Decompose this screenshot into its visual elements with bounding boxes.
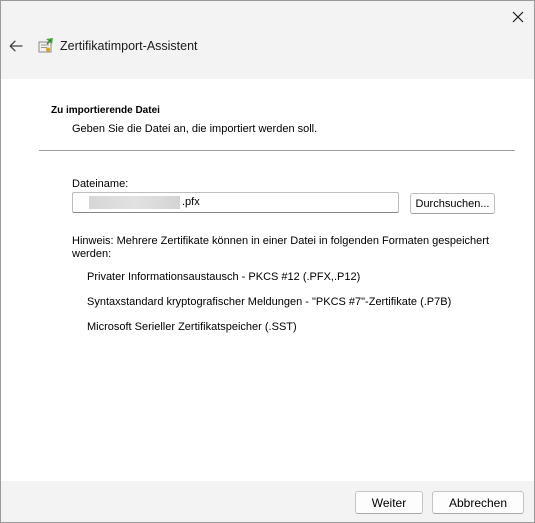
section-description: Geben Sie die Datei an, die importiert w…: [72, 123, 318, 135]
cancel-button[interactable]: Abbrechen: [432, 491, 524, 514]
window-title: Zertifikatimport-Assistent: [60, 39, 198, 53]
filename-label: Dateiname:: [72, 178, 129, 190]
close-button[interactable]: [504, 5, 532, 29]
format-item-pkcs12: Privater Informationsaustausch - PKCS #1…: [87, 271, 361, 283]
filename-input[interactable]: .pfx: [72, 192, 399, 213]
wizard-content: Zu importierende Datei Geben Sie die Dat…: [1, 79, 534, 481]
back-button[interactable]: [6, 36, 26, 56]
hint-text: Hinweis: Mehrere Zertifikate können in e…: [72, 235, 489, 260]
filename-extension: .pfx: [182, 196, 200, 208]
format-item-pkcs7: Syntaxstandard kryptografischer Meldunge…: [87, 296, 452, 308]
next-button[interactable]: Weiter: [355, 491, 423, 514]
section-title: Zu importierende Datei: [51, 105, 160, 116]
back-arrow-icon: [9, 40, 23, 52]
format-item-sst: Microsoft Serieller Zertifikatspeicher (…: [87, 321, 297, 333]
wizard-window: Zertifikatimport-Assistent Zu importiere…: [0, 0, 535, 523]
redacted-filename: [89, 196, 180, 209]
certificate-icon: [38, 38, 53, 53]
close-icon: [512, 11, 524, 23]
browse-button[interactable]: Durchsuchen...: [410, 193, 495, 214]
divider: [39, 150, 515, 151]
